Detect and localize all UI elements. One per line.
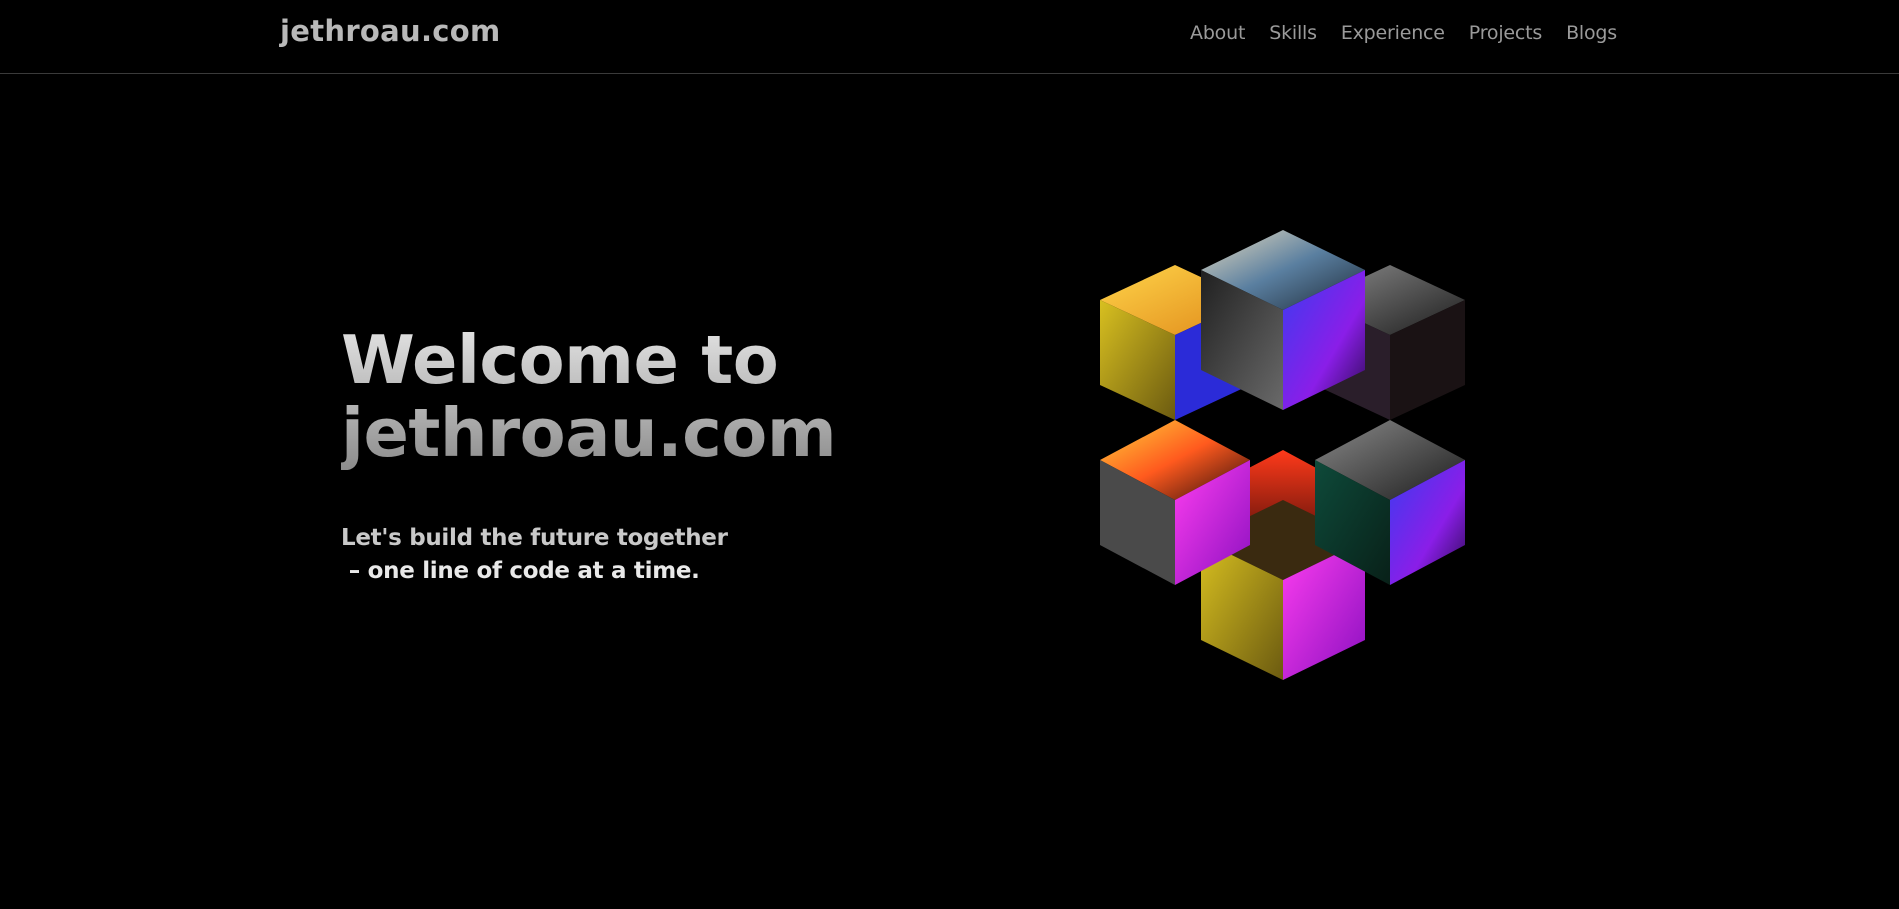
hero-section: Welcome to jethroau.com Let's build the …: [341, 324, 836, 588]
navbar: jethroau.com About Skills Experience Pro…: [0, 0, 1899, 74]
hero-subtitle-line-2: – one line of code at a time.: [341, 558, 700, 584]
hero-subtitle: Let's build the future together – one li…: [341, 522, 836, 588]
nav-link-skills[interactable]: Skills: [1269, 22, 1317, 44]
nav-link-blogs[interactable]: Blogs: [1566, 22, 1617, 44]
nav-link-about[interactable]: About: [1190, 22, 1245, 44]
hero-subtitle-line-1: Let's build the future together: [341, 525, 728, 551]
hero-title-line-1: Welcome to: [341, 321, 779, 399]
brand-logo-link[interactable]: jethroau.com: [280, 14, 501, 48]
nav-link-projects[interactable]: Projects: [1469, 22, 1543, 44]
cube-cluster-image: [1100, 230, 1465, 680]
hero-title-line-2: jethroau.com: [341, 394, 837, 472]
hero-title: Welcome to jethroau.com: [341, 324, 836, 470]
main-nav: About Skills Experience Projects Blogs: [1190, 22, 1617, 44]
nav-link-experience[interactable]: Experience: [1341, 22, 1445, 44]
hero-cube-illustration: [1045, 220, 1535, 690]
